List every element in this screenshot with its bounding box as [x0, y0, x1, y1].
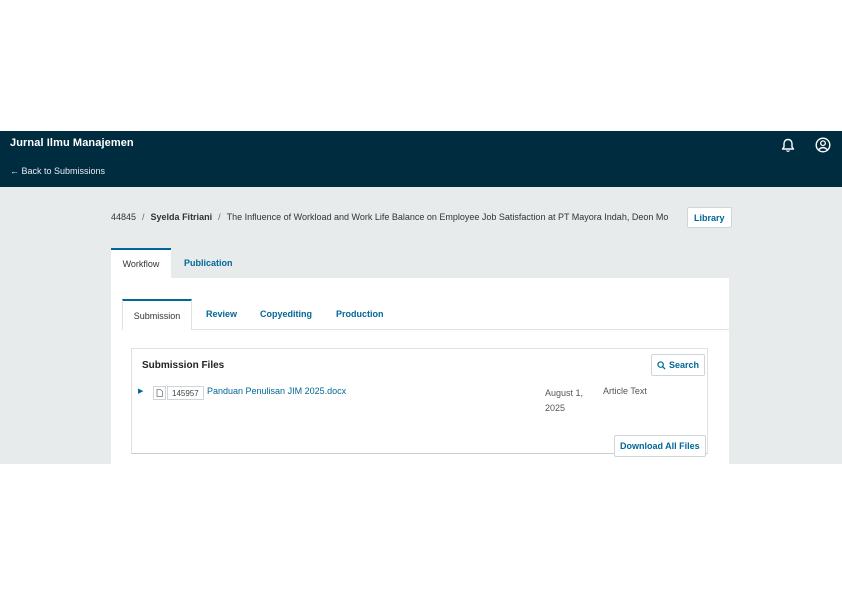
submission-id: 44845 — [111, 212, 137, 222]
bell-icon[interactable] — [778, 135, 798, 155]
submission-title: The Influence of Workload and Work Life … — [226, 212, 669, 222]
breadcrumb: 44845 / Syelda Fitriani / The Influence of W… — [111, 212, 676, 222]
file-id: 145957 — [167, 386, 204, 400]
search-icon — [657, 360, 666, 370]
panel-title: Submission Files — [142, 360, 225, 371]
expand-triangle-icon[interactable]: ▶ — [138, 387, 143, 395]
file-type: Article Text — [603, 386, 647, 396]
submission-files-panel: Submission Files Search ▶ 145957 Panduan… — [131, 348, 708, 457]
file-date: August 1, 2025 — [545, 388, 584, 413]
search-button[interactable]: Search — [651, 354, 706, 376]
submission-author: Syelda Fitriani — [150, 212, 213, 222]
top-bar: Jurnal Ilmu Manajemen ← Back to Submissi… — [0, 131, 842, 187]
search-button-label: Search — [669, 360, 700, 370]
site-title[interactable]: Jurnal Ilmu Manajemen — [10, 137, 134, 149]
app-frame: Jurnal Ilmu Manajemen ← Back to Submissi… — [0, 131, 842, 464]
file-icon — [153, 386, 166, 400]
file-row: ▶ 145957 Panduan Penulisan JIM 2025.docx… — [138, 384, 698, 414]
tab-copyediting[interactable]: Copyediting — [260, 299, 312, 329]
workflow-card: Submission Review Copyediting Production… — [111, 278, 729, 464]
tab-workflow[interactable]: Workflow — [111, 248, 171, 278]
tab-publication[interactable]: Publication — [184, 248, 233, 278]
tab-submission[interactable]: Submission — [122, 299, 192, 330]
user-circle-icon[interactable] — [813, 135, 833, 155]
breadcrumb-separator: / — [142, 212, 145, 222]
back-to-submissions-link[interactable]: ← Back to Submissions — [10, 166, 105, 176]
tab-review[interactable]: Review — [206, 299, 237, 329]
sub-tabs: Submission Review Copyediting Production — [122, 299, 729, 330]
tab-production[interactable]: Production — [336, 299, 384, 329]
library-button[interactable]: Library — [687, 207, 732, 228]
download-all-files-button[interactable]: Download All Files — [614, 435, 706, 457]
breadcrumb-separator: / — [218, 212, 221, 222]
file-name-link[interactable]: Panduan Penulisan JIM 2025.docx — [207, 386, 346, 396]
